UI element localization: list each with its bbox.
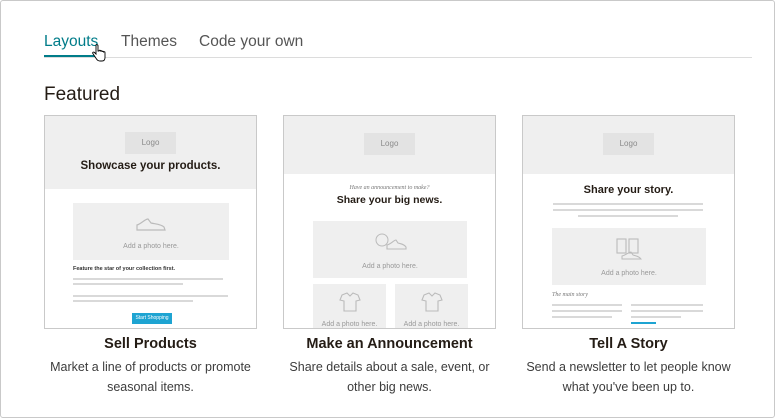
preview-logo: Logo bbox=[603, 133, 654, 155]
card-description-line: Share details about a sale, event, or bbox=[289, 360, 490, 374]
preview-headline: Showcase your products. bbox=[80, 160, 221, 172]
preview-text-line bbox=[553, 203, 703, 205]
preview-photo-placeholder: Add a photo here. bbox=[552, 228, 706, 285]
preview-text-line bbox=[631, 316, 681, 318]
preview-text-line bbox=[552, 310, 622, 312]
card-description-line: Send a newsletter to let people know bbox=[526, 360, 731, 374]
section-title-featured: Featured bbox=[44, 84, 121, 105]
preview-text-line bbox=[578, 215, 678, 217]
preview-link-line bbox=[631, 322, 656, 324]
tab-bar: Layouts Themes Code your own bbox=[44, 32, 752, 58]
tab-themes[interactable]: Themes bbox=[121, 33, 177, 51]
preview-kicker: The main story bbox=[552, 292, 588, 298]
preview-text-line bbox=[552, 316, 612, 318]
preview-headline: Share your big news. bbox=[336, 194, 443, 206]
card-description-line: Market a line of products or promote bbox=[50, 360, 251, 374]
layout-card-make-an-announcement[interactable]: Logo Have an announcement to make? Share… bbox=[283, 115, 496, 329]
preview-logo: Logo bbox=[125, 132, 176, 154]
preview-text-line bbox=[553, 209, 703, 211]
preview-text-line bbox=[552, 304, 622, 306]
preview-headline: Share your story. bbox=[583, 184, 674, 196]
card-description-sell-products: Market a line of products or promote sea… bbox=[34, 357, 267, 397]
shirt-icon bbox=[421, 292, 443, 312]
card-title-make-an-announcement[interactable]: Make an Announcement bbox=[283, 336, 496, 352]
preview-text-line bbox=[73, 278, 223, 280]
preview-text-line bbox=[73, 295, 228, 297]
hand-cursor-icon bbox=[92, 44, 106, 62]
clothes-icon bbox=[616, 238, 642, 260]
preview-text-line bbox=[631, 304, 703, 306]
layout-card-tell-a-story[interactable]: Logo Share your story. Add a photo here.… bbox=[522, 115, 735, 329]
shirt-icon bbox=[339, 292, 361, 312]
preview-photo-placeholder: Add a photo here. bbox=[73, 203, 229, 260]
layout-card-sell-products[interactable]: Logo Showcase your products. Add a photo… bbox=[44, 115, 257, 329]
preview-subhead: Feature the star of your collection firs… bbox=[73, 266, 176, 272]
preview-photo-label: Add a photo here. bbox=[362, 263, 418, 270]
card-description-make-an-announcement: Share details about a sale, event, or ot… bbox=[273, 357, 506, 397]
card-description-line: other big news. bbox=[347, 380, 432, 394]
card-title-tell-a-story[interactable]: Tell A Story bbox=[522, 336, 735, 352]
preview-kicker: Have an announcement to make? bbox=[349, 185, 430, 191]
preview-photo-label: Add a photo here. bbox=[403, 321, 460, 328]
preview-photo-placeholder: Add a photo here. bbox=[395, 284, 468, 328]
preview-text-line bbox=[73, 300, 193, 302]
preview-photo-label: Add a photo here. bbox=[601, 270, 657, 277]
preview-photo-placeholder: Add a photo here. bbox=[313, 221, 467, 278]
card-description-line: seasonal items. bbox=[107, 380, 194, 394]
tab-code-your-own[interactable]: Code your own bbox=[199, 33, 303, 51]
card-description-line: what you've been up to. bbox=[562, 380, 695, 394]
preview-start-shopping-button: Start Shopping bbox=[132, 313, 172, 324]
preview-text-line bbox=[631, 310, 703, 312]
shoe-icon bbox=[375, 233, 407, 250]
preview-logo: Logo bbox=[364, 133, 415, 155]
preview-photo-label: Add a photo here. bbox=[321, 321, 378, 328]
card-title-sell-products[interactable]: Sell Products bbox=[44, 336, 257, 352]
preview-photo-placeholder: Add a photo here. bbox=[313, 284, 386, 328]
card-description-tell-a-story: Send a newsletter to let people know wha… bbox=[512, 357, 745, 397]
shoe-icon bbox=[136, 218, 166, 231]
preview-text-line bbox=[73, 283, 183, 285]
preview-photo-label: Add a photo here. bbox=[123, 243, 179, 250]
